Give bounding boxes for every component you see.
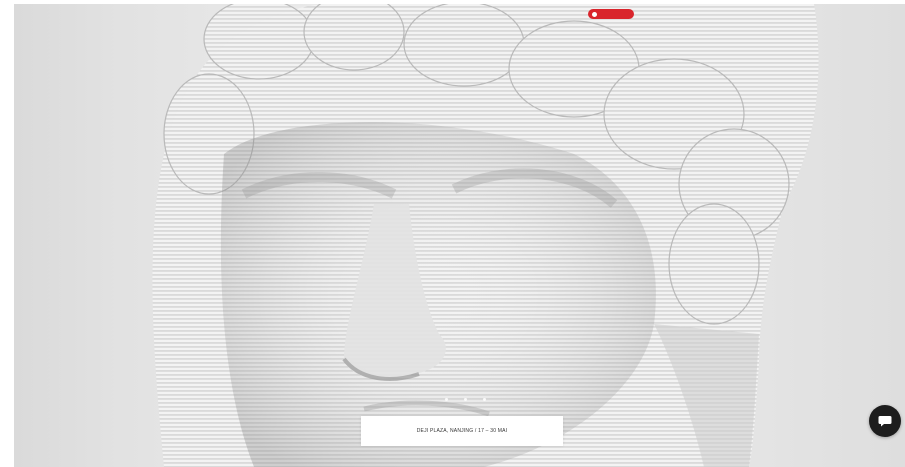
badge-dot-icon <box>592 11 597 17</box>
top-red-badge[interactable] <box>588 9 634 19</box>
carousel-dot[interactable] <box>483 398 486 401</box>
chat-bubble-icon <box>878 416 892 427</box>
carousel-dot[interactable] <box>445 398 448 401</box>
chat-button[interactable] <box>869 405 901 437</box>
hero-frame <box>14 4 905 467</box>
carousel-dot[interactable] <box>464 398 467 401</box>
event-info-text: DEJI PLAZA, NANJING / 17 – 30 MAI <box>416 428 508 434</box>
carousel-dots[interactable] <box>445 398 486 401</box>
event-info-card[interactable]: DEJI PLAZA, NANJING / 17 – 30 MAI <box>361 416 563 446</box>
